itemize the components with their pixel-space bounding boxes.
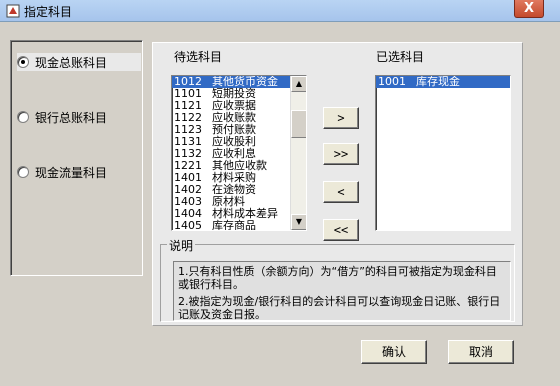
dialog-body: 现金总账科目 银行总账科目 现金流量科目 待选科目 已选科目 1012 其他货币资… (0, 22, 560, 386)
notes-title: 说明 (167, 237, 196, 254)
notes-box: 1.只有科目性质（余额方向）为“借方”的科目可被指定为现金科目或银行科目。 2.… (173, 261, 511, 321)
note-line-2: 2.被指定为现金/银行科目的会计科目可以查询现金日记账、银行日记账及资金日报。 (178, 295, 501, 321)
candidates-list[interactable]: 1012 其他货币资金 1101 短期投资 1121 应收票据 1122 应收账款 11… (171, 75, 307, 231)
app-icon (6, 4, 20, 18)
option-label: 现金流量科目 (35, 165, 108, 180)
option-bank-ledger[interactable]: 银行总账科目 (17, 108, 141, 126)
option-cash-ledger[interactable]: 现金总账科目 (17, 53, 141, 71)
notes-group: 说明 1.只有科目性质（余额方向）为“借方”的科目可被指定为现金科目或银行科目。… (160, 237, 515, 322)
candidates-title: 待选科目 (174, 50, 223, 64)
scroll-thumb[interactable] (291, 110, 306, 138)
list-item[interactable]: 1405 库存商品 (172, 220, 306, 231)
option-cashflow[interactable]: 现金流量科目 (17, 163, 141, 181)
selected-list[interactable]: 1001 库存现金 (375, 75, 511, 231)
ok-button[interactable]: 确认 (361, 340, 427, 364)
option-label: 银行总账科目 (35, 110, 108, 125)
remove-all-button[interactable]: << (323, 219, 359, 241)
scroll-up-icon[interactable]: ▲ (291, 76, 306, 92)
note-line-1: 1.只有科目性质（余额方向）为“借方”的科目可被指定为现金科目或银行科目。 (178, 265, 497, 291)
list-item[interactable]: 1001 库存现金 (376, 76, 510, 88)
title-bar: 指定科目 X (0, 0, 560, 22)
cancel-button[interactable]: 取消 (448, 340, 514, 364)
close-button[interactable]: X (514, 0, 544, 18)
radio-icon[interactable] (17, 56, 29, 68)
scroll-down-icon[interactable]: ▼ (291, 214, 306, 230)
add-button[interactable]: > (323, 107, 359, 129)
remove-button[interactable]: < (323, 181, 359, 203)
add-all-button[interactable]: >> (323, 143, 359, 165)
radio-icon[interactable] (17, 111, 29, 123)
option-label: 现金总账科目 (35, 55, 108, 70)
account-type-panel: 现金总账科目 银行总账科目 现金流量科目 (10, 40, 143, 276)
selected-title: 已选科目 (376, 50, 425, 64)
window-title: 指定科目 (24, 5, 73, 19)
radio-icon[interactable] (17, 166, 29, 178)
candidates-scrollbar[interactable]: ▲ ▼ (290, 76, 306, 230)
